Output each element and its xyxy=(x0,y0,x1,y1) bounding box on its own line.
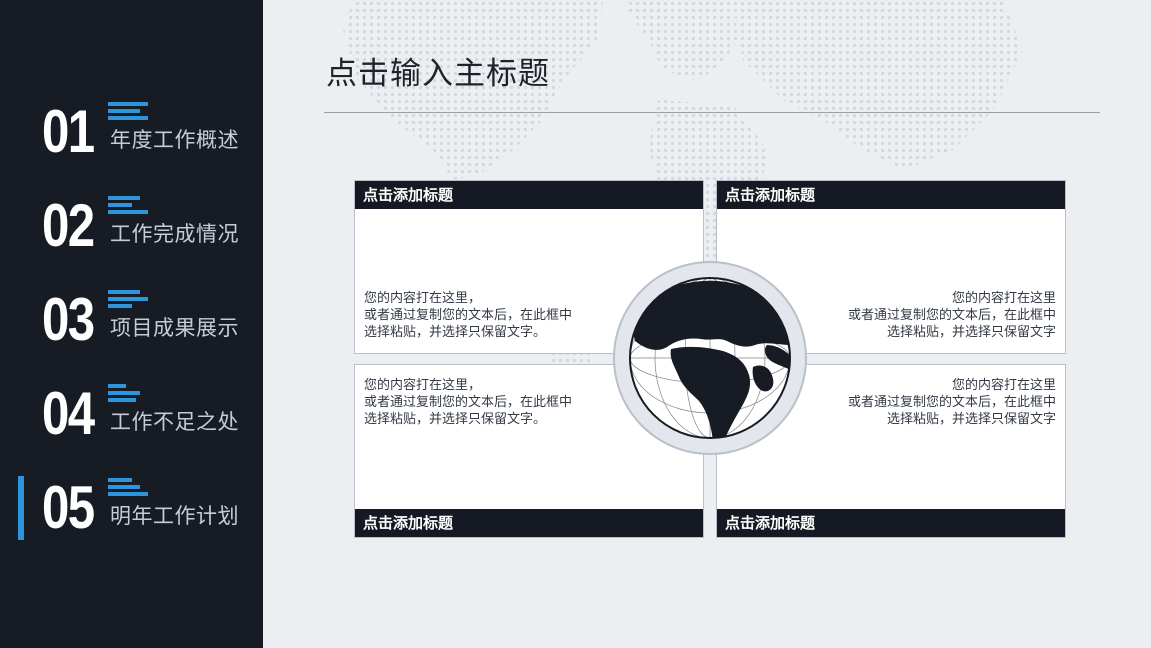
section-number: 05 xyxy=(42,474,95,541)
panel-text-line: 您的内容打在这里 xyxy=(951,378,1056,393)
panel-heading[interactable]: 点击添加标题 xyxy=(355,509,703,537)
panel-heading[interactable]: 点击添加标题 xyxy=(717,509,1065,537)
bars-icon xyxy=(108,384,152,404)
main-content: 点击输入主标题 点击添加标题 您的内容打在这里， 或者通过复制您的文本后，在此框… xyxy=(263,0,1151,648)
bars-icon xyxy=(108,478,152,498)
bars-icon xyxy=(108,196,152,216)
sidebar-item-next-year-plan[interactable]: 05 明年工作计划 xyxy=(0,476,263,546)
section-number: 03 xyxy=(42,286,95,353)
title-divider xyxy=(324,112,1100,113)
globe-icon xyxy=(629,277,791,439)
panel-text-line: 您的内容打在这里， xyxy=(364,378,482,393)
panel-heading[interactable]: 点击添加标题 xyxy=(355,181,703,209)
globe-frame xyxy=(613,261,807,455)
active-indicator xyxy=(18,476,24,540)
section-number: 04 xyxy=(42,380,95,447)
panel-body[interactable]: 您的内容打在这里 或者通过复制您的文本后，在此框中 选择粘贴，并选择只保留文字 xyxy=(848,290,1056,341)
panel-text-line: 您的内容打在这里， xyxy=(364,291,482,306)
panel-text-line: 或者通过复制您的文本后，在此框中 xyxy=(364,395,573,410)
sidebar-item-label: 明年工作计划 xyxy=(110,504,239,528)
page-title[interactable]: 点击输入主标题 xyxy=(326,48,550,93)
sidebar-item-shortcomings[interactable]: 04 工作不足之处 xyxy=(0,382,263,452)
section-number: 02 xyxy=(42,192,95,259)
sidebar: 01 年度工作概述 02 工作完成情况 03 项目成果展示 04 工作不足之处 … xyxy=(0,0,263,648)
panel-text-line: 选择粘贴，并选择只保留文字。 xyxy=(364,412,547,427)
panel-text-line: 或者通过复制您的文本后，在此框中 xyxy=(847,308,1056,323)
sidebar-item-label: 年度工作概述 xyxy=(110,128,239,152)
panel-body[interactable]: 您的内容打在这里 或者通过复制您的文本后，在此框中 选择粘贴，并选择只保留文字 xyxy=(848,377,1056,428)
sidebar-item-completion[interactable]: 02 工作完成情况 xyxy=(0,194,263,264)
panel-heading[interactable]: 点击添加标题 xyxy=(717,181,1065,209)
bars-icon xyxy=(108,102,152,122)
panel-text-line: 或者通过复制您的文本后，在此框中 xyxy=(847,395,1056,410)
sidebar-item-label: 项目成果展示 xyxy=(110,316,239,340)
panel-text-line: 或者通过复制您的文本后，在此框中 xyxy=(364,308,573,323)
sidebar-item-results[interactable]: 03 项目成果展示 xyxy=(0,288,263,358)
panel-text-line: 选择粘贴，并选择只保留文字 xyxy=(886,325,1056,340)
panel-text-line: 选择粘贴，并选择只保留文字 xyxy=(886,412,1056,427)
panel-text-line: 选择粘贴，并选择只保留文字。 xyxy=(364,325,547,340)
sidebar-item-annual-overview[interactable]: 01 年度工作概述 xyxy=(0,100,263,170)
panel-body[interactable]: 您的内容打在这里， 或者通过复制您的文本后，在此框中 选择粘贴，并选择只保留文字… xyxy=(364,377,572,428)
bars-icon xyxy=(108,290,152,310)
panel-body[interactable]: 您的内容打在这里， 或者通过复制您的文本后，在此框中 选择粘贴，并选择只保留文字… xyxy=(364,290,572,341)
panel-text-line: 您的内容打在这里 xyxy=(951,291,1056,306)
section-number: 01 xyxy=(42,98,95,165)
sidebar-item-label: 工作不足之处 xyxy=(110,410,239,434)
sidebar-item-label: 工作完成情况 xyxy=(110,222,239,246)
